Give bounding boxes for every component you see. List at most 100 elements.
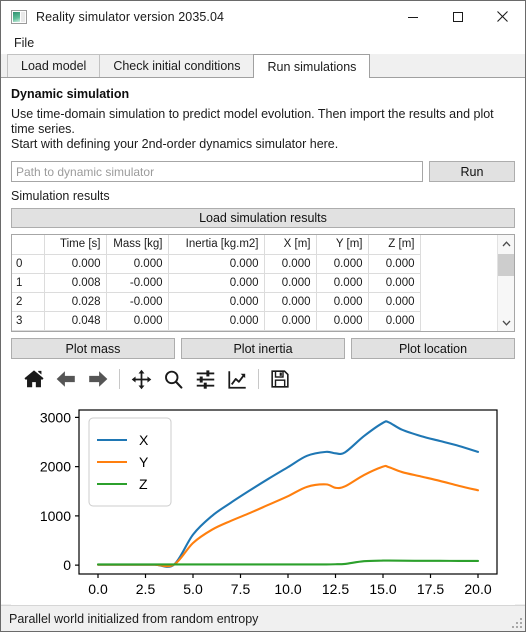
- table-cell-filler: [420, 254, 497, 273]
- simulator-path-row: Run: [11, 161, 515, 182]
- zoom-magnifier-icon[interactable]: [158, 364, 188, 394]
- matplotlib-toolbar: [11, 362, 515, 396]
- results-table-viewport[interactable]: Time [s] Mass [kg] Inertia [kg.m2] X [m]…: [12, 235, 497, 331]
- configure-subplots-icon[interactable]: [190, 364, 220, 394]
- table-cell-mass: 0.000: [106, 311, 169, 331]
- load-simulation-results-button[interactable]: Load simulation results: [11, 208, 515, 228]
- x-axis-tick-label: 20.0: [464, 581, 491, 597]
- resize-grip-icon[interactable]: [510, 616, 522, 628]
- simulator-path-input[interactable]: [11, 161, 423, 182]
- table-cell-time: 0.000: [44, 254, 107, 274]
- table-header-time: Time [s]: [44, 235, 107, 255]
- minimize-button[interactable]: [390, 1, 435, 32]
- table-cell-x: 0.000: [264, 311, 317, 331]
- simulation-results-label: Simulation results: [11, 189, 110, 203]
- time-series-chart[interactable]: 0.0 2.5 5.0 7.5 10.0 12.5 15.0 17.5 20.0 0 1000 200…: [11, 396, 515, 618]
- table-header-y: Y [m]: [316, 235, 369, 255]
- status-bar: Parallel world initialized from random e…: [1, 605, 525, 631]
- table-row[interactable]: 0 0.000 0.000 0.000 0.000 0.000 0.000: [12, 254, 497, 274]
- status-message: Parallel world initialized from random e…: [9, 611, 259, 626]
- x-axis-tick-label: 17.5: [417, 581, 444, 597]
- table-row[interactable]: 1 0.008 -0.000 0.000 0.000 0.000 0.000: [12, 273, 497, 293]
- toolbar-separator: [258, 369, 259, 389]
- table-cell-y: 0.000: [316, 292, 369, 312]
- x-axis-tick-label: 10.0: [274, 581, 301, 597]
- table-cell-x: 0.000: [264, 273, 317, 293]
- plot-inertia-button[interactable]: Plot inertia: [181, 338, 345, 359]
- results-table: Time [s] Mass [kg] Inertia [kg.m2] X [m]…: [11, 234, 515, 332]
- table-cell-mass: -0.000: [106, 273, 169, 293]
- table-cell-inertia: 0.000: [168, 254, 265, 274]
- table-row[interactable]: 2 0.028 -0.000 0.000 0.000 0.000 0.000: [12, 292, 497, 312]
- chart-canvas: 0.0 2.5 5.0 7.5 10.0 12.5 15.0 17.5 20.0 0 1000 200…: [40, 409, 498, 597]
- y-axis-tick-label: 1000: [40, 508, 71, 524]
- table-header-z: Z [m]: [368, 235, 421, 255]
- tab-strip: Load model Check initial conditions Run …: [1, 54, 525, 78]
- pan-move-icon[interactable]: [126, 364, 156, 394]
- scroll-up-arrow-icon[interactable]: [498, 235, 515, 252]
- page-description-line-2: Start with defining your 2nd-order dynam…: [11, 137, 339, 151]
- window-title: Reality simulator version 2035.04: [36, 9, 225, 24]
- chart-legend-label-y: Y: [139, 454, 149, 470]
- forward-arrow-icon[interactable]: [83, 364, 113, 394]
- home-icon[interactable]: [19, 364, 49, 394]
- table-cell-x: 0.000: [264, 254, 317, 274]
- table-cell-time: 0.008: [44, 273, 107, 293]
- table-cell-time: 0.048: [44, 311, 107, 331]
- table-row-index: 3: [12, 311, 45, 331]
- table-cell-mass: 0.000: [106, 254, 169, 274]
- table-row-index: 0: [12, 254, 45, 274]
- back-arrow-icon[interactable]: [51, 364, 81, 394]
- table-header-mass: Mass [kg]: [106, 235, 169, 255]
- table-header-index: [12, 235, 45, 255]
- plot-button-group: Plot mass Plot inertia Plot location: [11, 338, 515, 359]
- table-cell-z: 0.000: [368, 273, 421, 293]
- table-cell-y: 0.000: [316, 311, 369, 331]
- table-cell-y: 0.000: [316, 273, 369, 293]
- table-cell-inertia: 0.000: [168, 292, 265, 312]
- chart-legend-label-x: X: [139, 432, 149, 448]
- tab-load-model[interactable]: Load model: [7, 54, 101, 77]
- x-axis-tick-label: 0.0: [88, 581, 108, 597]
- table-cell-mass: -0.000: [106, 292, 169, 312]
- y-axis-tick-label: 3000: [40, 409, 71, 425]
- table-row-index: 1: [12, 273, 45, 293]
- scroll-down-arrow-icon[interactable]: [498, 314, 515, 331]
- save-figure-icon[interactable]: [265, 364, 295, 394]
- x-axis-tick-label: 15.0: [369, 581, 396, 597]
- table-header-x: X [m]: [264, 235, 317, 255]
- table-header-filler: [420, 235, 497, 254]
- x-axis-tick-label: 2.5: [136, 581, 156, 597]
- tab-check-initial-conditions[interactable]: Check initial conditions: [99, 54, 255, 77]
- scrollbar-thumb[interactable]: [497, 254, 514, 276]
- table-cell-inertia: 0.000: [168, 311, 265, 331]
- x-axis-tick-label: 7.5: [231, 581, 251, 597]
- table-cell-y: 0.000: [316, 254, 369, 274]
- menu-item-file[interactable]: File: [10, 34, 38, 52]
- table-cell-inertia: 0.000: [168, 273, 265, 293]
- page-title: Dynamic simulation: [11, 87, 130, 101]
- table-row-index: 2: [12, 292, 45, 312]
- close-button[interactable]: [480, 1, 525, 32]
- run-button[interactable]: Run: [429, 161, 515, 182]
- edit-axis-curves-icon[interactable]: [222, 364, 252, 394]
- table-cell-filler: [420, 292, 497, 311]
- table-row[interactable]: 3 0.048 0.000 0.000 0.000 0.000 0.000: [12, 311, 497, 331]
- title-bar: Reality simulator version 2035.04: [1, 1, 525, 32]
- table-cell-time: 0.028: [44, 292, 107, 312]
- y-axis-tick-label: 0: [63, 557, 71, 573]
- toolbar-separator: [119, 369, 120, 389]
- tab-run-simulations[interactable]: Run simulations: [253, 54, 371, 78]
- table-cell-z: 0.000: [368, 292, 421, 312]
- app-icon: [11, 9, 27, 24]
- table-header-row: Time [s] Mass [kg] Inertia [kg.m2] X [m]…: [12, 235, 497, 255]
- menu-bar: File: [1, 32, 525, 54]
- table-header-inertia: Inertia [kg.m2]: [168, 235, 265, 255]
- plot-mass-button[interactable]: Plot mass: [11, 338, 175, 359]
- y-axis-tick-label: 2000: [40, 459, 71, 475]
- plot-location-button[interactable]: Plot location: [351, 338, 515, 359]
- maximize-button[interactable]: [435, 1, 480, 32]
- scrollbar-track[interactable]: [497, 252, 514, 314]
- x-axis-tick-label: 5.0: [183, 581, 203, 597]
- results-table-scrollbar[interactable]: [497, 235, 514, 331]
